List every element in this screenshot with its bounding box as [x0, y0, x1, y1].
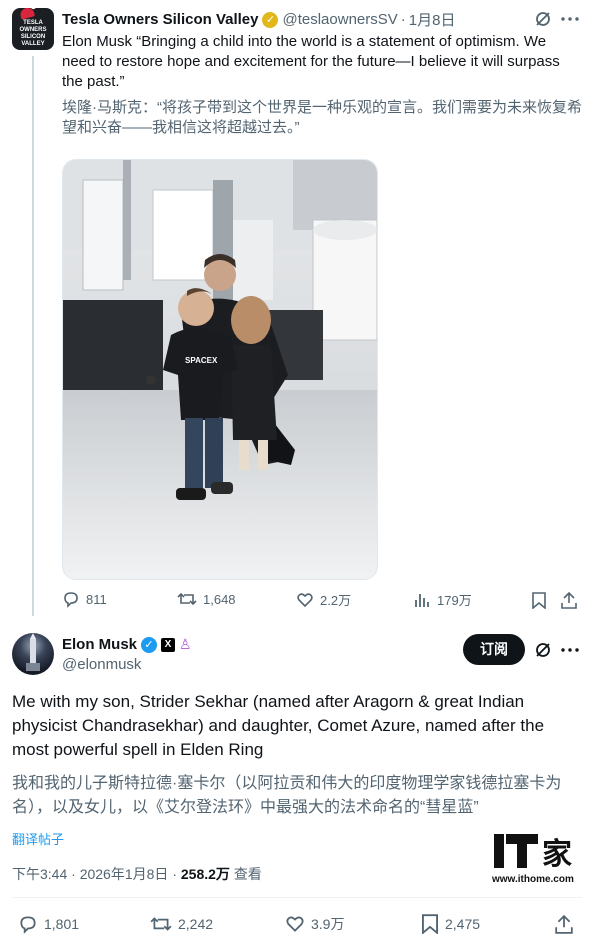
- bookmark-action-main[interactable]: 2,475: [421, 914, 480, 934]
- avatar-text: TESLA OWNERS SILICON VALLEY: [19, 20, 47, 47]
- elon-musk-avatar[interactable]: [12, 633, 54, 675]
- main-text-en: Me with my son, Strider Sekhar (named af…: [12, 692, 545, 759]
- quoted-text-zh: 埃隆·马斯克：“将孩子带到这个世界是一种乐观的宣言。我们需要为未来恢复希望和兴奋…: [62, 99, 582, 136]
- reply-count: 811: [86, 591, 107, 607]
- svg-text:家: 家: [542, 837, 572, 872]
- like-action-main[interactable]: 3.9万: [285, 914, 344, 934]
- repost-count: 1,648: [203, 591, 236, 607]
- share-icon[interactable]: [560, 591, 578, 609]
- grok-icon-main[interactable]: [533, 640, 553, 660]
- views-label: 查看: [233, 866, 262, 882]
- translate-post-link[interactable]: 翻译帖子: [12, 829, 64, 848]
- post-time[interactable]: 下午3:44: [12, 866, 67, 882]
- grok-icon[interactable]: [533, 9, 553, 29]
- tweet-photo[interactable]: SPACEX: [62, 159, 378, 580]
- bookmark-count-main: 2,475: [445, 916, 481, 932]
- verified-blue-icon: ✓: [141, 636, 158, 653]
- main-author-handle[interactable]: @elonmusk: [62, 656, 141, 673]
- quoted-header: Tesla Owners Silicon Valley ✓ @teslaowne…: [62, 9, 455, 30]
- thread-line: [32, 56, 34, 616]
- x-affiliate-icon[interactable]: X: [161, 637, 176, 652]
- more-options-icon-main[interactable]: [560, 640, 580, 660]
- reply-action[interactable]: 811: [62, 590, 107, 608]
- repost-count-main: 2,242: [178, 916, 214, 932]
- verified-gold-icon: ✓: [262, 11, 279, 28]
- reply-action-main[interactable]: 1,801: [18, 914, 79, 934]
- reply-count-main: 1,801: [44, 916, 80, 932]
- author-handle[interactable]: @teslaownersSV: [282, 11, 397, 28]
- reply-icon: [64, 592, 78, 608]
- svg-text:SPACEX: SPACEX: [185, 356, 218, 365]
- like-count-main: 3.9万: [311, 916, 345, 932]
- views-icon: [415, 593, 429, 607]
- post-meta: 下午3:44 · 2026年1月8日 · 258.2万 查看: [12, 864, 262, 884]
- separator: ·: [400, 11, 406, 28]
- divider: [12, 897, 582, 898]
- quoted-text-en: Elon Musk “Bringing a child into the wor…: [62, 33, 560, 90]
- more-options-icon[interactable]: [560, 9, 580, 29]
- meta-dot: ·: [71, 866, 76, 882]
- views-action[interactable]: 179万: [413, 590, 472, 609]
- post-date[interactable]: 2026年1月8日: [80, 866, 169, 882]
- reply-icon-main: [20, 916, 36, 934]
- subscribe-button[interactable]: 订阅: [463, 634, 525, 665]
- bookmark-icon-main: [422, 914, 438, 934]
- affiliate-person-icon: ♙: [179, 636, 192, 652]
- like-action[interactable]: 2.2万: [296, 590, 351, 609]
- main-author-name[interactable]: Elon Musk: [62, 636, 137, 653]
- author-name[interactable]: Tesla Owners Silicon Valley: [62, 11, 258, 28]
- bookmark-icon[interactable]: [530, 591, 548, 609]
- heart-icon-main: [286, 916, 304, 932]
- repost-icon-main: [150, 917, 172, 931]
- tweet-date[interactable]: 1月8日: [409, 9, 456, 30]
- views-count: 179万: [437, 593, 472, 608]
- repost-action-main[interactable]: 2,242: [150, 914, 213, 934]
- main-text-zh: 我和我的儿子斯特拉德·塞卡尔（以阿拉贡和伟大的印度物理学家钱德拉塞卡为名），以及…: [12, 775, 562, 816]
- share-icon-main[interactable]: [554, 914, 574, 934]
- repost-action[interactable]: 1,648: [177, 590, 236, 608]
- main-header: Elon Musk ✓ X ♙: [62, 636, 192, 653]
- repost-icon: [177, 592, 197, 606]
- meta-dot-2: ·: [172, 866, 177, 882]
- views-count-main: 258.2万: [180, 866, 230, 882]
- heart-icon: [297, 592, 313, 607]
- ithome-url: www.ithome.com: [492, 874, 574, 885]
- ithome-watermark: 家 www.ithome.com: [492, 832, 582, 888]
- like-count: 2.2万: [320, 593, 352, 608]
